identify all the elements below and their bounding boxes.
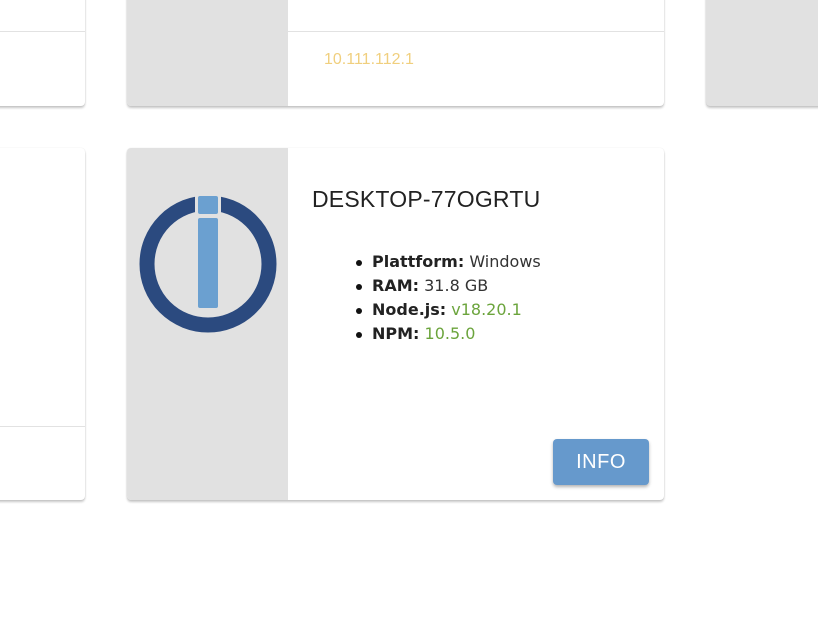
host-card-left-bottom bbox=[0, 148, 85, 500]
card-divider bbox=[0, 31, 85, 32]
spec-value-platform: Windows bbox=[469, 252, 541, 271]
list-item: Node.js: v18.20.1 bbox=[356, 298, 541, 322]
card-logo-panel bbox=[127, 0, 288, 106]
spec-label-nodejs: Node.js: bbox=[372, 300, 447, 319]
spec-value-nodejs: v18.20.1 bbox=[451, 300, 522, 319]
iobroker-logo-icon bbox=[139, 193, 277, 333]
spec-value-npm: 10.5.0 bbox=[424, 324, 476, 343]
host-spec-list: Plattform: Windows RAM: 31.8 GB Node.js:… bbox=[356, 250, 541, 346]
list-item: RAM: 31.8 GB bbox=[356, 274, 541, 298]
host-card-left-top bbox=[0, 0, 85, 106]
info-button[interactable]: INFO bbox=[553, 439, 649, 485]
spec-value-ram: 31.8 GB bbox=[424, 276, 489, 295]
list-item: Plattform: Windows bbox=[356, 250, 541, 274]
spec-label-ram: RAM: bbox=[372, 276, 420, 295]
host-title: DESKTOP-77OGRTU bbox=[312, 186, 541, 212]
list-item: NPM: 10.5.0 bbox=[356, 322, 541, 346]
host-card-top: 10.111.112.1 bbox=[127, 0, 664, 106]
spec-label-platform: Plattform: bbox=[372, 252, 465, 271]
host-card-right-top bbox=[706, 0, 818, 106]
card-logo-panel bbox=[127, 148, 288, 500]
host-card: DESKTOP-77OGRTU Plattform: Windows RAM: … bbox=[127, 148, 664, 500]
spec-label-npm: NPM: bbox=[372, 324, 420, 343]
card-divider bbox=[288, 31, 664, 32]
card-divider bbox=[0, 426, 85, 427]
ip-address: 10.111.112.1 bbox=[324, 51, 414, 68]
